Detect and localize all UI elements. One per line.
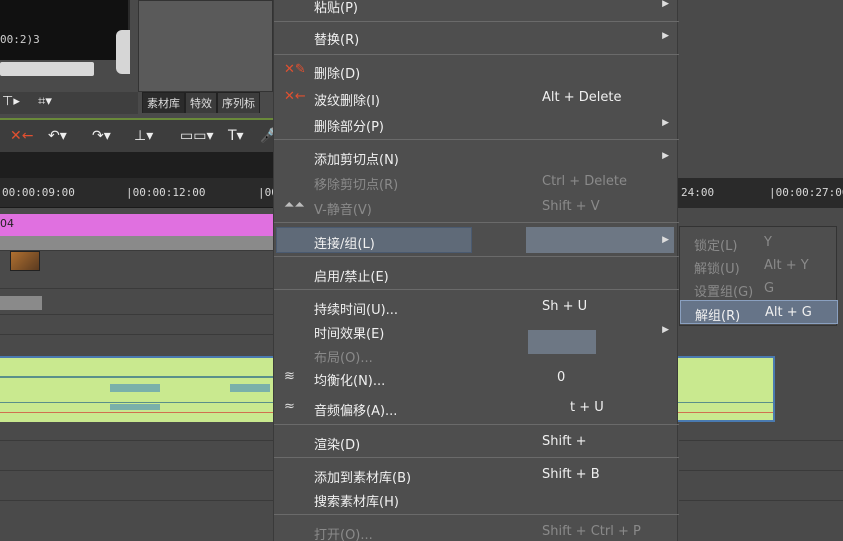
audio-waveform bbox=[230, 384, 270, 392]
track-divider bbox=[679, 500, 843, 501]
menu-item-layout[interactable]: 布局(O)... bbox=[274, 343, 679, 367]
track-divider bbox=[0, 334, 275, 335]
submenu-item-unlock[interactable]: 解锁(U) Alt + Y bbox=[680, 254, 838, 278]
menu-item-paste[interactable]: 粘贴(P) ▶ bbox=[274, 0, 679, 17]
audio-waveform bbox=[0, 376, 275, 378]
submenu-arrow-icon: ▶ bbox=[662, 151, 669, 161]
timeline-ruler-right[interactable]: 24:00 |00:00:27:00 bbox=[675, 178, 843, 208]
menu-item-delete-part[interactable]: 删除部分(P) ▶ bbox=[274, 112, 679, 136]
audio-waveform bbox=[0, 402, 275, 403]
menu-separator bbox=[274, 139, 679, 140]
ruler-tick: 24:00 bbox=[681, 186, 715, 199]
preview-toolbar: ⊤▸ ⌗▾ bbox=[0, 92, 138, 114]
submenu-item-ungroup[interactable]: 解组(R) Alt + G bbox=[680, 300, 838, 324]
track-divider bbox=[0, 288, 275, 289]
track-divider bbox=[0, 314, 275, 315]
menu-item-duration[interactable]: 持续时间(U)... Sh + U bbox=[274, 295, 679, 319]
v-mute-icon: ⏶⏶ bbox=[284, 198, 305, 213]
delete-icon[interactable]: ✕← bbox=[10, 128, 33, 144]
split-icon[interactable]: ⊥▾ bbox=[134, 128, 153, 144]
audio-level-line bbox=[675, 412, 773, 413]
menu-item-audio-offset[interactable]: ≈ 音频偏移(A)... t + U bbox=[274, 396, 679, 420]
audio-waveform bbox=[675, 402, 773, 403]
timeline-header bbox=[0, 152, 275, 178]
menu-separator bbox=[274, 457, 679, 458]
undo-icon[interactable]: ↶▾ bbox=[48, 128, 67, 144]
audio-waveform bbox=[110, 404, 160, 410]
audio-level-line bbox=[0, 412, 275, 413]
menu-separator bbox=[274, 514, 679, 515]
ripple-delete-icon: ✕← bbox=[284, 89, 306, 104]
menu-item-add-cut-point[interactable]: 添加剪切点(N) ▶ bbox=[274, 145, 679, 169]
audio-track-clip-right[interactable] bbox=[675, 356, 775, 422]
snapshot-icon[interactable]: ⌗▾ bbox=[38, 94, 52, 109]
context-menu: 粘贴(P) ▶ 替换(R) ▶ ✕✎ 删除(D) ✕← 波纹删除(I) Alt … bbox=[273, 0, 679, 541]
video-track-bar[interactable] bbox=[0, 236, 275, 250]
mark-in-icon[interactable]: ⊤▸ bbox=[2, 94, 20, 109]
bin-tabs: 素材库 特效 序列标 bbox=[142, 92, 260, 113]
submenu-arrow-icon: ▶ bbox=[662, 118, 669, 128]
menu-item-replace[interactable]: 替换(R) ▶ bbox=[274, 25, 679, 49]
video-track-clip[interactable]: 04 bbox=[0, 214, 275, 236]
menu-item-render[interactable]: 渲染(D) Shift + bbox=[274, 430, 679, 454]
delete-x-icon: ✕✎ bbox=[284, 62, 306, 77]
menu-item-enable-disable[interactable]: 启用/禁止(E) bbox=[274, 262, 679, 286]
submenu-arrow-icon: ▶ bbox=[662, 235, 669, 245]
tab-effects[interactable]: 特效 bbox=[185, 92, 217, 113]
submenu-arrow-icon: ▶ bbox=[662, 325, 669, 335]
audio-track-clip[interactable] bbox=[0, 356, 275, 422]
preview-scrubber[interactable] bbox=[0, 62, 94, 76]
menu-item-time-effect[interactable]: 时间效果(E) ▶ bbox=[274, 319, 679, 343]
preview-timecode: 00:2)3 bbox=[0, 33, 40, 46]
menu-item-remove-cut-point[interactable]: 移除剪切点(R) Ctrl + Delete bbox=[274, 170, 679, 194]
menu-item-delete[interactable]: ✕✎ 删除(D) bbox=[274, 59, 679, 83]
menu-item-link-group[interactable]: 连接/组(L) ▶ bbox=[274, 229, 679, 253]
redo-icon[interactable]: ↷▾ bbox=[92, 128, 111, 144]
track-label: 04 bbox=[0, 217, 14, 230]
audio-offset-icon: ≈ bbox=[284, 399, 295, 414]
audio-waveform bbox=[110, 384, 160, 392]
menu-separator bbox=[274, 256, 679, 257]
submenu-arrow-icon: ▶ bbox=[662, 0, 669, 9]
submenu-item-set-group[interactable]: 设置组(G) G bbox=[680, 277, 838, 301]
menu-item-ripple-delete[interactable]: ✕← 波纹删除(I) Alt + Delete bbox=[274, 86, 679, 110]
preview-jog-knob[interactable] bbox=[116, 30, 130, 74]
ruler-tick: |00:00:27:00 bbox=[769, 186, 843, 199]
track-divider bbox=[0, 250, 275, 251]
timeline-ruler[interactable]: 00:00:09:00 |00:00:12:00 |00:00: bbox=[0, 178, 304, 208]
menu-separator bbox=[274, 54, 679, 55]
menu-item-v-mute[interactable]: ⏶⏶ V-静音(V) Shift + V bbox=[274, 195, 679, 219]
ruler-tick: 00:00:09:00 bbox=[2, 186, 75, 199]
track-divider bbox=[0, 470, 275, 471]
menu-item-add-to-bin[interactable]: 添加到素材库(B) Shift + B bbox=[274, 463, 679, 487]
tab-bin[interactable]: 素材库 bbox=[142, 92, 185, 113]
mixer-icon[interactable]: ▭▭▾ bbox=[180, 128, 213, 144]
track-divider bbox=[679, 470, 843, 471]
link-group-submenu: 锁定(L) Y 解锁(U) Alt + Y 设置组(G) G 解组(R) Alt… bbox=[679, 226, 838, 326]
menu-item-search-bin[interactable]: 搜索素材库(H) bbox=[274, 487, 679, 511]
clip-thumbnail[interactable] bbox=[10, 251, 40, 271]
bin-panel bbox=[138, 0, 273, 92]
equalize-icon: ≋ bbox=[284, 369, 295, 384]
preview-monitor bbox=[0, 0, 130, 60]
menu-separator bbox=[274, 289, 679, 290]
menu-separator bbox=[274, 424, 679, 425]
submenu-item-lock[interactable]: 锁定(L) Y bbox=[680, 231, 838, 255]
title-icon[interactable]: T▾ bbox=[228, 128, 244, 144]
track-divider bbox=[679, 440, 843, 441]
ruler-tick: |00:00:12:00 bbox=[126, 186, 206, 199]
track-divider bbox=[0, 500, 275, 501]
menu-separator bbox=[274, 222, 679, 223]
menu-separator bbox=[274, 21, 679, 22]
track-bar-small[interactable] bbox=[0, 296, 42, 310]
submenu-arrow-icon: ▶ bbox=[662, 31, 669, 41]
track-divider bbox=[0, 440, 275, 441]
menu-item-open[interactable]: 打开(O)... Shift + Ctrl + P bbox=[274, 520, 679, 541]
tab-sequence-markers[interactable]: 序列标 bbox=[217, 92, 260, 113]
menu-item-equalize[interactable]: ≋ 均衡化(N)... 0 bbox=[274, 366, 679, 390]
